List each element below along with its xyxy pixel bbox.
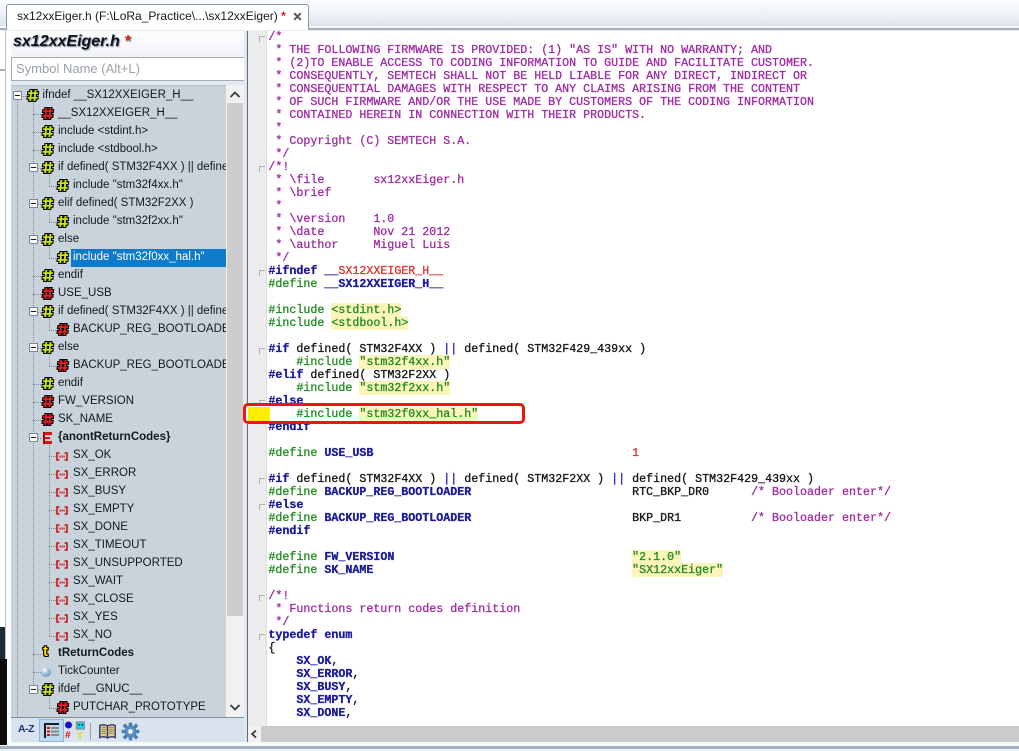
svg-text:T: T — [77, 732, 83, 742]
svg-text:#: # — [65, 730, 71, 741]
